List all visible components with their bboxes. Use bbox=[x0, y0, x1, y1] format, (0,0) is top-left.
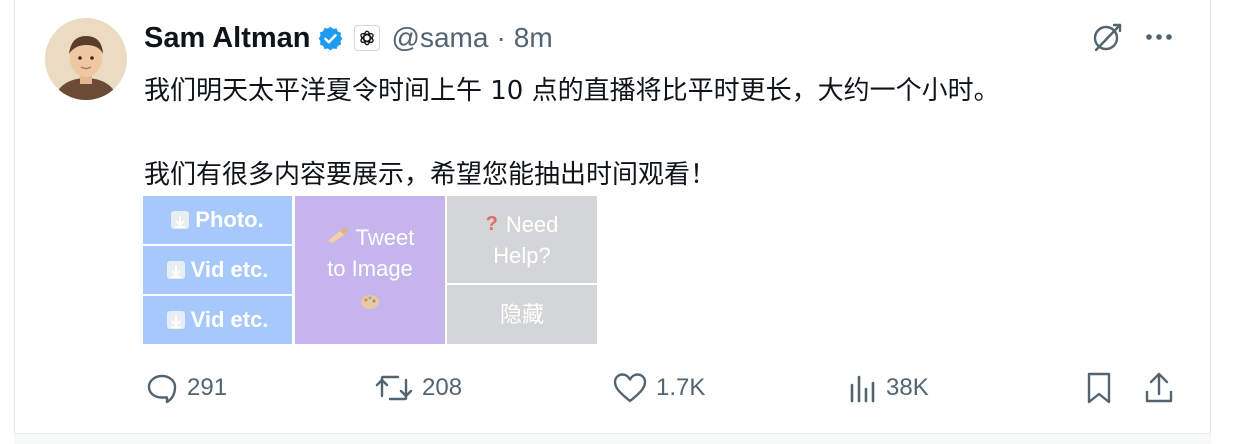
need-help-button[interactable]: ? Need Help? bbox=[447, 196, 597, 283]
hide-label: 隐藏 bbox=[499, 302, 544, 327]
avatar[interactable] bbox=[45, 18, 127, 100]
user-handle[interactable]: @sama bbox=[392, 22, 489, 54]
tweet-to-image-line-1: Tweet bbox=[355, 224, 415, 250]
media-buttons-grid: Photo. Vid etc. Vid etc. Tweet to Image bbox=[143, 196, 597, 344]
reply-count: 291 bbox=[187, 374, 228, 401]
download-video-button-1[interactable]: Vid etc. bbox=[143, 246, 292, 294]
timestamp[interactable]: 8m bbox=[514, 22, 553, 54]
download-icon bbox=[171, 211, 190, 229]
display-name[interactable]: Sam Altman bbox=[144, 22, 311, 55]
repost-button[interactable]: 208 bbox=[374, 368, 462, 408]
views-chart-icon bbox=[850, 375, 875, 403]
share-button[interactable] bbox=[1142, 368, 1176, 408]
verified-badge-icon[interactable] bbox=[317, 25, 344, 52]
hide-button[interactable]: 隐藏 bbox=[447, 285, 597, 344]
more-options-icon[interactable] bbox=[1142, 22, 1176, 52]
header-separator: · bbox=[496, 22, 506, 53]
left-divider bbox=[14, 0, 15, 444]
tweet-text-line-1: 我们明天太平洋夏令时间上午 10 点的直播将比平时更长，大约一个小时。 bbox=[144, 76, 1000, 106]
question-mark-icon: ? bbox=[485, 212, 498, 235]
download-icon bbox=[166, 261, 185, 279]
photo-label: Photo. bbox=[195, 207, 264, 232]
heart-icon bbox=[613, 373, 647, 403]
views-count: 38K bbox=[886, 374, 929, 401]
tweet-to-image-button[interactable]: Tweet to Image bbox=[295, 196, 445, 344]
reply-icon bbox=[147, 374, 177, 404]
tweet-to-image-line-2: to Image bbox=[327, 255, 413, 281]
share-icon bbox=[1145, 372, 1173, 403]
writing-hand-icon bbox=[326, 222, 350, 253]
vid-label-1: Vid etc. bbox=[190, 257, 269, 282]
tweet-text-line-2: 我们有很多内容要展示，希望您能抽出时间观看！ bbox=[144, 160, 717, 190]
repost-icon bbox=[375, 375, 413, 401]
views-button[interactable]: 38K bbox=[848, 368, 929, 408]
bookmark-icon bbox=[1087, 372, 1111, 404]
vid-label-2: Vid etc. bbox=[190, 307, 269, 332]
download-icon bbox=[166, 311, 185, 329]
reply-button[interactable]: 291 bbox=[145, 368, 227, 408]
openai-logo-icon[interactable] bbox=[353, 25, 380, 51]
download-video-button-2[interactable]: Vid etc. bbox=[143, 296, 292, 344]
need-help-line-1: Need bbox=[505, 211, 559, 237]
need-help-line-2: Help? bbox=[493, 242, 551, 268]
tweet-card: Sam Altman @sama · 8m 我们明天太平洋夏令时间上午 10 点… bbox=[0, 0, 1246, 444]
like-count: 1.7K bbox=[656, 374, 706, 401]
like-button[interactable]: 1.7K bbox=[612, 368, 705, 408]
right-divider bbox=[1210, 0, 1211, 444]
next-tweet-strip bbox=[14, 434, 1211, 444]
grok-icon[interactable] bbox=[1090, 20, 1124, 54]
palette-icon bbox=[359, 288, 381, 319]
bookmark-button[interactable] bbox=[1082, 368, 1116, 408]
download-photo-button[interactable]: Photo. bbox=[143, 196, 292, 244]
tweet-header: Sam Altman @sama · 8m bbox=[144, 18, 553, 58]
repost-count: 208 bbox=[422, 374, 463, 401]
